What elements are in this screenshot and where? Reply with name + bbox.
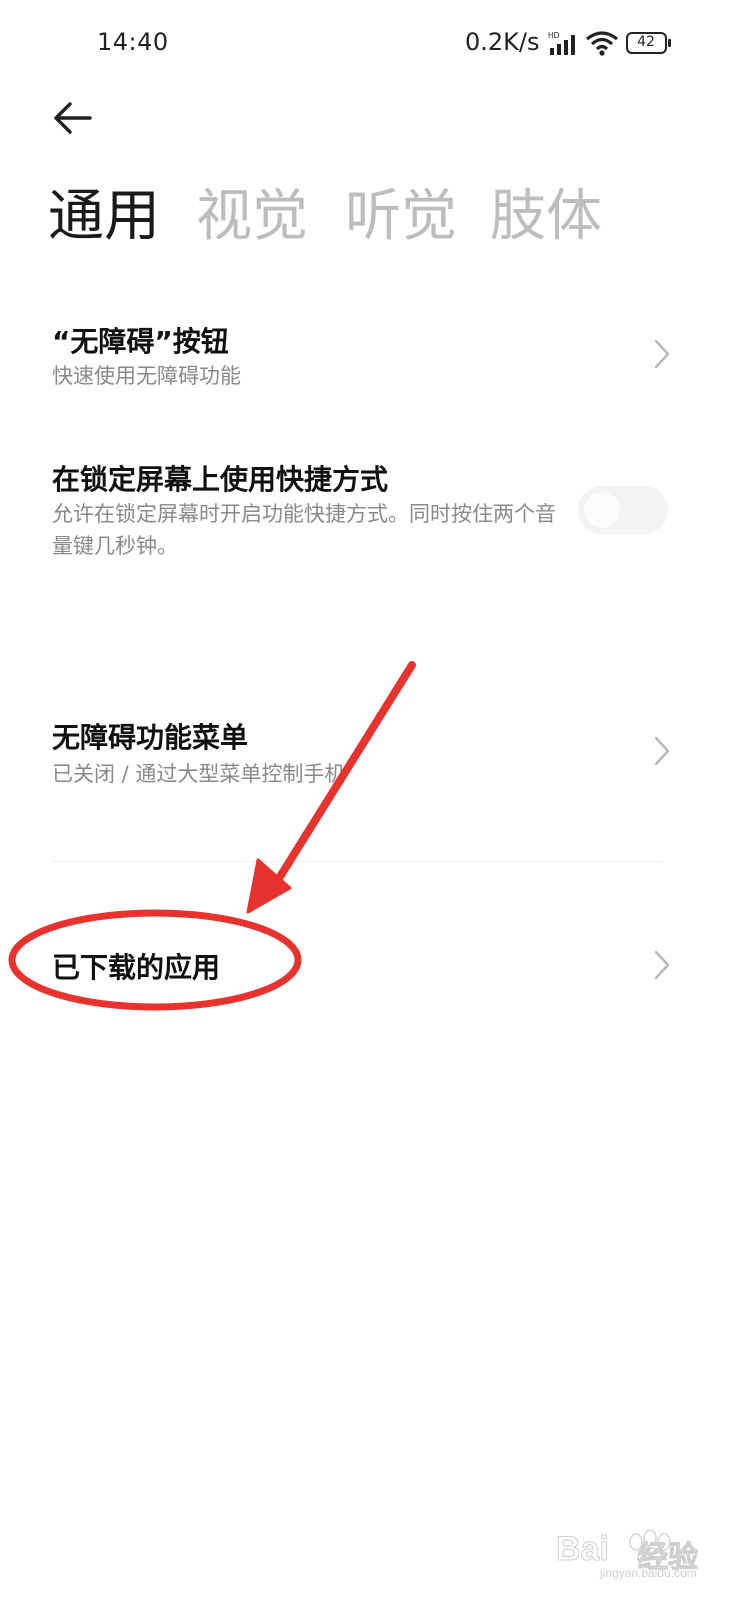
network-speed: 0.2K/s [465, 28, 540, 56]
status-bar: 14:40 0.2K/s HD 42 [0, 0, 738, 90]
item-subtitle: 快速使用无障碍功能 [52, 364, 241, 388]
watermark-brand: Bai [556, 1530, 610, 1569]
battery-level: 42 [637, 34, 655, 50]
item-subtitle: 允许在锁定屏幕时开启功能快捷方式。同时按住两个音量键几秒钟。 [52, 502, 556, 558]
accessibility-menu-item[interactable]: 无障碍功能菜单 已关闭 / 通过大型菜单控制手机 [0, 706, 738, 801]
accessibility-button-item[interactable]: “无障碍”按钮 快速使用无障碍功能 [0, 310, 738, 405]
chevron-right-icon [654, 950, 670, 980]
signal-badge: HD [548, 31, 560, 40]
tab-physical[interactable]: 肢体 [490, 182, 602, 252]
item-subtitle: 已关闭 / 通过大型菜单控制手机 [52, 762, 346, 786]
lock-screen-shortcut-toggle[interactable] [578, 486, 668, 534]
annotation-arrow-head [246, 858, 292, 914]
chevron-right-icon [654, 736, 670, 766]
item-title: “无障碍”按钮 [52, 325, 229, 358]
watermark-url: jingyan.baidu.com [600, 1566, 697, 1580]
item-title: 在锁定屏幕上使用快捷方式 [52, 463, 389, 496]
wifi-icon [586, 31, 618, 56]
status-time: 14:40 [97, 28, 169, 56]
downloaded-apps-item[interactable]: 已下载的应用 [0, 930, 738, 1000]
item-title: 无障碍功能菜单 [52, 721, 249, 754]
signal-icon: HD [548, 31, 575, 55]
item-title: 已下载的应用 [52, 951, 221, 984]
back-arrow-icon[interactable] [50, 98, 96, 138]
chevron-right-icon [654, 339, 670, 369]
toggle-knob [584, 492, 620, 528]
section-divider [52, 861, 662, 862]
tab-hearing[interactable]: 听觉 [345, 182, 457, 252]
tab-vision[interactable]: 视觉 [196, 182, 308, 252]
tab-general[interactable]: 通用 [48, 182, 160, 252]
